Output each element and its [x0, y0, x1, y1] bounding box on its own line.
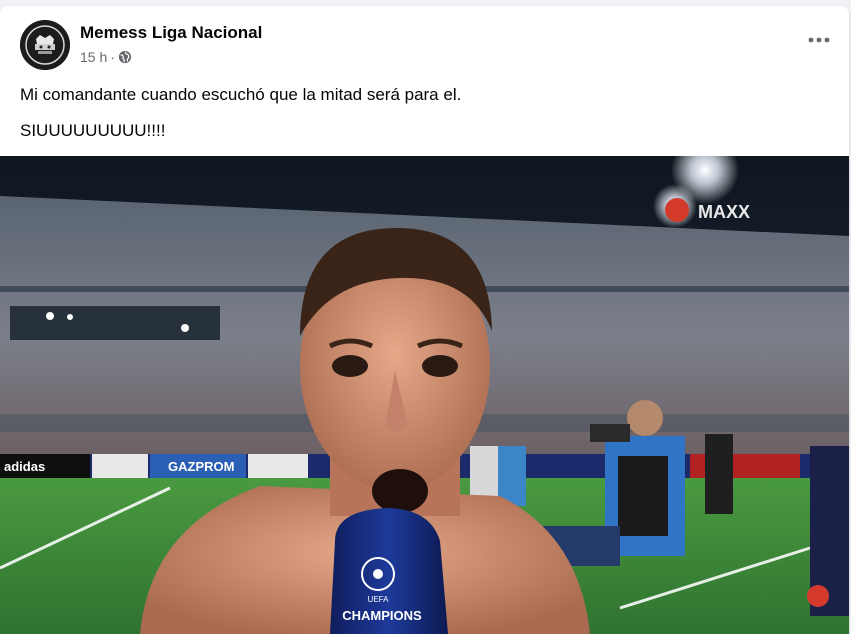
- post-card: Memess Liga Nacional 15 h · Mi comandant…: [0, 6, 849, 634]
- broadcaster-logo: MAXX: [698, 202, 750, 222]
- page-name-link[interactable]: Memess Liga Nacional: [80, 23, 262, 43]
- post-text-line: Mi comandante cuando escuchó que la mita…: [20, 85, 462, 104]
- post-message: Mi comandante cuando escuchó que la mita…: [20, 84, 829, 156]
- board-sponsor-2: GAZPROM: [168, 459, 234, 474]
- mic-label: CHAMPIONS: [342, 608, 422, 623]
- board-sponsor-1: adidas: [4, 459, 45, 474]
- more-options-button[interactable]: [801, 22, 837, 58]
- post-photo[interactable]: MAXX adidas GAZPROM UEFA CHAMPIONS: [0, 156, 849, 634]
- post-header: Memess Liga Nacional 15 h ·: [20, 20, 830, 72]
- globe-icon[interactable]: [118, 50, 132, 64]
- post-meta: 15 h ·: [80, 49, 132, 65]
- mic-subtext: UEFA: [368, 595, 390, 604]
- post-text-line: SIUUUUUUUUU!!!!: [20, 121, 166, 140]
- page-logo-icon: [20, 20, 70, 70]
- stadium-celebration-image: MAXX adidas GAZPROM UEFA CHAMPIONS: [0, 156, 849, 634]
- post-timestamp[interactable]: 15 h: [80, 49, 107, 65]
- page-avatar[interactable]: [20, 20, 70, 70]
- meta-separator: ·: [110, 49, 115, 65]
- more-options-icon: [808, 37, 830, 43]
